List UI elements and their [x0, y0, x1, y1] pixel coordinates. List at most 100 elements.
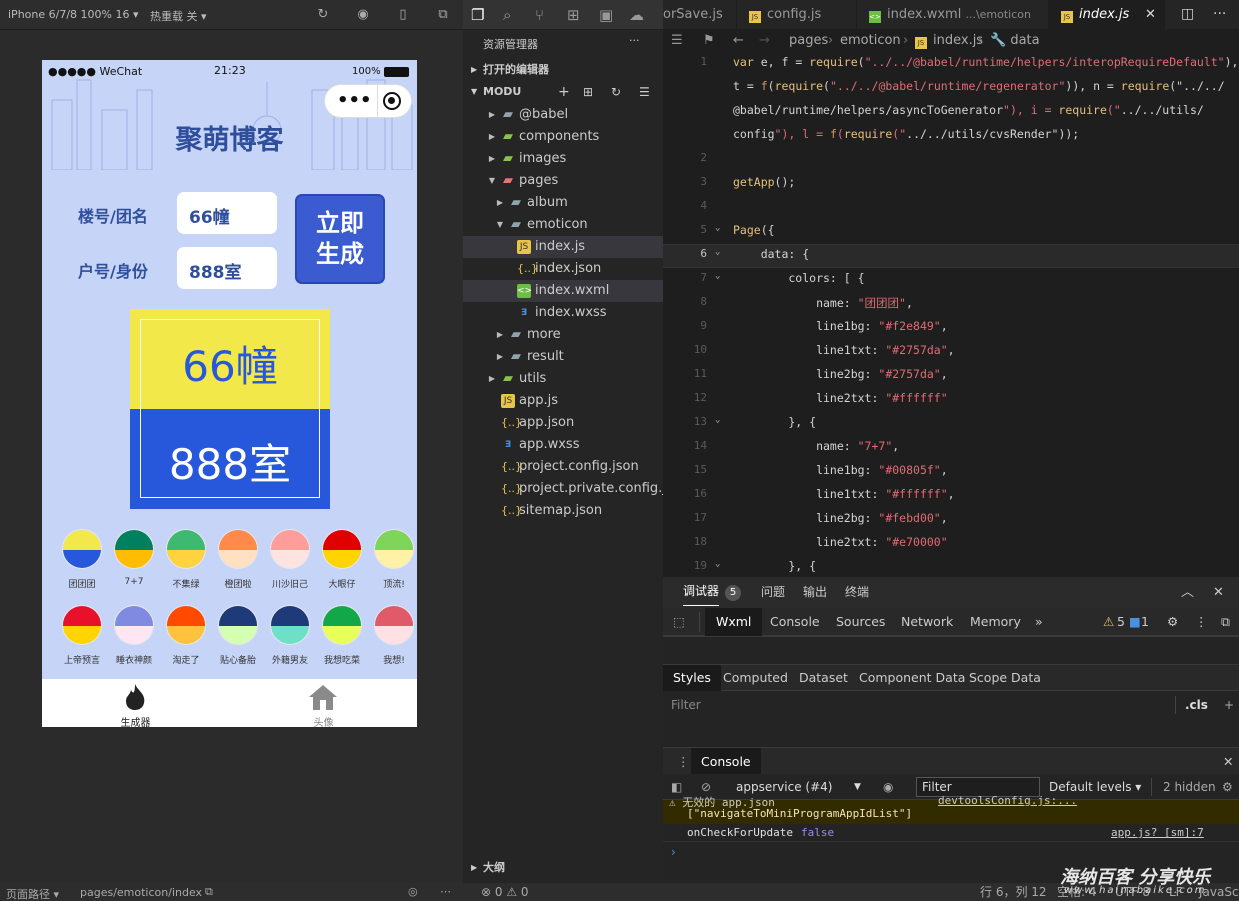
color-swatch[interactable] — [218, 605, 258, 645]
copy-icon[interactable]: ⧉ — [205, 885, 213, 899]
tree-item[interactable]: ▶ ▰ images — [463, 148, 663, 170]
project-root-section[interactable]: ▼ MODU + ⊞ ↻ ☰ — [463, 81, 663, 103]
close-drawer-icon[interactable]: ✕ — [1223, 748, 1233, 775]
tree-item[interactable]: ▶ ▰ @babel — [463, 104, 663, 126]
color-swatch[interactable] — [62, 605, 102, 645]
new-folder-icon[interactable]: ⊞ — [583, 81, 593, 103]
panel-network[interactable]: Network — [901, 608, 953, 636]
editor-more-icon[interactable]: ··· — [1213, 6, 1226, 22]
tree-item[interactable]: {..} index.json — [463, 258, 663, 280]
color-swatch[interactable] — [62, 529, 102, 569]
color-swatch[interactable] — [374, 605, 414, 645]
crumb-data[interactable]: 🔧 data — [990, 30, 1040, 52]
extensions-icon[interactable]: ⊞ — [567, 6, 580, 24]
color-swatch[interactable] — [166, 605, 206, 645]
color-swatch[interactable] — [114, 605, 154, 645]
warning-source-link[interactable]: devtoolsConfig.js:... — [938, 794, 1077, 807]
code-editor[interactable]: 1 var e, f = require("../../@babel/runtim… — [663, 52, 1239, 577]
collapse-up-icon[interactable]: ︿ — [1181, 577, 1194, 608]
detach-icon[interactable]: ⧉ — [435, 7, 451, 23]
forward-icon[interactable]: → — [759, 30, 770, 52]
color-swatch[interactable] — [322, 605, 362, 645]
files-icon[interactable]: ❐ — [471, 6, 484, 24]
styles-filter-input[interactable]: Filter — [671, 691, 701, 719]
cursor-position[interactable]: 行 6，列 12 — [980, 883, 1047, 901]
tree-item[interactable]: ▶ ▰ more — [463, 324, 663, 346]
list-icon[interactable]: ☰ — [671, 30, 683, 52]
settings-icon[interactable]: ⚙ — [1167, 608, 1178, 636]
bookmark-icon[interactable]: ⚑ — [703, 30, 715, 52]
more-dots-icon[interactable]: ••• — [337, 90, 372, 111]
console-prompt-icon[interactable]: › — [671, 845, 676, 859]
crumb-indexjs[interactable]: JS index.js — [915, 30, 983, 52]
tab-styles[interactable]: Styles — [663, 665, 721, 691]
generate-button[interactable]: 立即 生成 — [295, 194, 385, 284]
crumb-pages[interactable]: pages — [789, 30, 828, 52]
color-swatch[interactable] — [374, 529, 414, 569]
console-settings-icon[interactable]: ⚙ — [1222, 774, 1233, 800]
tree-item[interactable]: JS index.js — [463, 236, 663, 258]
color-swatch[interactable] — [270, 605, 310, 645]
tab-scope-data[interactable]: Scope Data — [969, 665, 1041, 691]
phone-icon[interactable]: ▯ — [395, 7, 411, 23]
stop-icon[interactable]: ◉ — [355, 7, 371, 23]
color-swatch[interactable] — [114, 529, 154, 569]
color-swatch[interactable] — [270, 529, 310, 569]
crumb-emoticon[interactable]: emoticon — [840, 30, 901, 52]
split-editor-icon[interactable]: ◫ — [1181, 6, 1194, 22]
fold-chevron-icon[interactable]: ⌄ — [715, 223, 720, 233]
console-drawer-tab[interactable]: Console — [691, 748, 761, 775]
tab-avatar[interactable]: 头像 — [230, 679, 417, 727]
tab-computed[interactable]: Computed — [723, 665, 788, 691]
tree-item[interactable]: ▼ ▰ pages — [463, 170, 663, 192]
search-icon[interactable]: ⌕ — [503, 6, 511, 24]
collapse-icon[interactable]: ☰ — [639, 81, 650, 103]
tab-index-js[interactable]: JS index.js ✕ — [1049, 0, 1165, 30]
tab-orsave[interactable]: orSave.js — [663, 0, 737, 30]
tab-dataset[interactable]: Dataset — [799, 665, 848, 691]
add-style-icon[interactable]: + — [1224, 691, 1234, 719]
panel-sources[interactable]: Sources — [836, 608, 885, 636]
fold-chevron-icon[interactable]: ⌄ — [715, 559, 720, 569]
device-select[interactable]: iPhone 6/7/8 100% 16 ▾ — [8, 8, 139, 21]
more-panels-icon[interactable]: » — [1035, 608, 1043, 636]
close-tab-icon[interactable]: ✕ — [1145, 0, 1156, 30]
tab-index-wxml[interactable]: <> index.wxml ...\emoticon — [857, 0, 1049, 30]
fold-chevron-icon[interactable]: ⌄ — [715, 271, 720, 281]
more-icon[interactable]: ⋯ — [440, 885, 451, 898]
room-input[interactable]: 888室 — [177, 247, 277, 289]
tree-item[interactable]: ▶ ▰ album — [463, 192, 663, 214]
panel-memory[interactable]: Memory — [970, 608, 1021, 636]
refresh-icon[interactable]: ↻ — [315, 7, 331, 23]
cloud-icon[interactable]: ☁ — [629, 6, 644, 24]
source-control-icon[interactable]: ⑂ — [535, 6, 544, 24]
tree-item[interactable]: ▼ ▰ emoticon — [463, 214, 663, 236]
tree-item[interactable]: JS app.js — [463, 390, 663, 412]
new-file-icon[interactable]: + — [558, 81, 570, 103]
tree-item[interactable]: Ǝapp.wxss — [463, 434, 663, 456]
eye-icon[interactable]: ◎ — [408, 885, 418, 898]
drawer-menu-icon[interactable]: ⋮ — [677, 748, 690, 775]
fold-chevron-icon[interactable]: ⌄ — [715, 415, 720, 425]
tree-item[interactable]: ▶ ▰ result — [463, 346, 663, 368]
tree-item[interactable]: Ǝindex.wxss — [463, 302, 663, 324]
hot-reload-toggle[interactable]: 热重载 关 ▾ — [150, 8, 207, 24]
outline-section[interactable]: ▶ 大纲 — [463, 857, 663, 879]
tab-component-data[interactable]: Component Data — [859, 665, 965, 691]
tree-item[interactable]: {..} project.config.json — [463, 456, 663, 478]
page-path-select[interactable]: 页面路径 ▾ — [6, 886, 59, 901]
debug-icon[interactable]: ▣ — [599, 6, 613, 24]
cls-toggle[interactable]: .cls — [1185, 691, 1208, 719]
close-panel-icon[interactable]: ✕ — [1213, 577, 1224, 608]
tab-generator[interactable]: 生成器 — [42, 679, 229, 727]
color-swatch[interactable] — [166, 529, 206, 569]
tab-terminal[interactable]: 终端 — [845, 577, 869, 608]
tab-issues[interactable]: 问题 — [761, 577, 785, 608]
tree-item[interactable]: ▶ ▰ utils — [463, 368, 663, 390]
back-icon[interactable]: ← — [733, 30, 744, 52]
refresh-tree-icon[interactable]: ↻ — [611, 81, 621, 103]
tab-output[interactable]: 输出 — [803, 577, 827, 608]
tree-item[interactable]: <> index.wxml — [463, 280, 663, 302]
open-editors-section[interactable]: ▶ 打开的编辑器 — [463, 59, 663, 81]
close-mini-icon[interactable] — [383, 92, 401, 110]
